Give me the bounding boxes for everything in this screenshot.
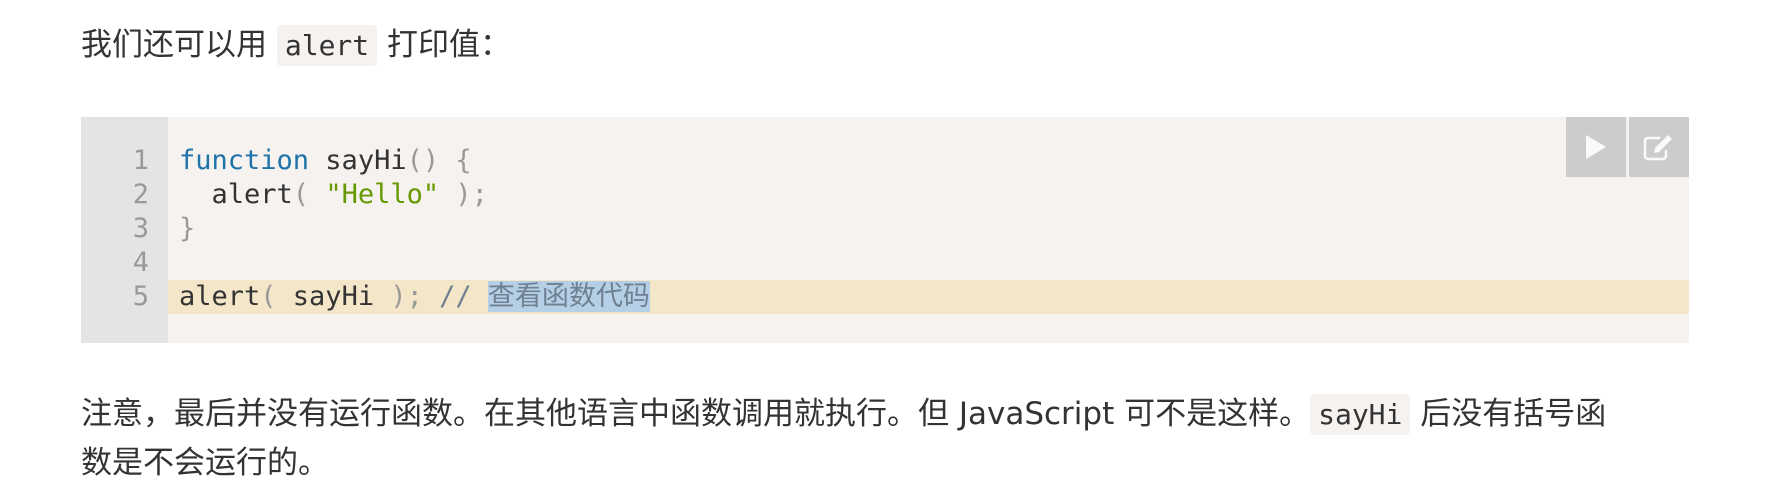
edit-button[interactable] (1629, 117, 1689, 177)
code-line: 3} (81, 212, 1689, 246)
identifier: alert (211, 179, 293, 210)
play-icon (1586, 135, 1606, 159)
identifier: sayHi (309, 145, 407, 176)
line-number: 2 (132, 179, 149, 210)
inline-code: alert (276, 25, 378, 66)
inline-code: sayHi (1310, 394, 1411, 435)
punctuation: } (179, 213, 196, 244)
comment: // (439, 281, 472, 312)
intro-text: 我们还可以用 (81, 27, 267, 63)
edit-icon (1643, 135, 1672, 161)
code-line: 1 function sayHi() { (81, 144, 1689, 178)
note-text: 注意，最后并没有运行函数。在其他语言中函数调用就执行。但 JavaScript … (81, 396, 1311, 432)
keyword: function (179, 145, 310, 176)
identifier: sayHi (292, 281, 375, 312)
punctuation: ( (292, 179, 326, 210)
line-number: 3 (132, 213, 149, 244)
line-number: 1 (132, 145, 149, 176)
line-number: 5 (132, 281, 149, 312)
highlighted-code-line: 5 alert( sayHi ); // 查看函数代码 (133, 280, 1689, 314)
identifier: alert (179, 281, 261, 312)
punctuation: ); (439, 179, 488, 210)
intro-paragraph: 我们还可以用 alert 打印值： (81, 21, 511, 70)
punctuation: ); (374, 281, 440, 312)
punctuation: ( (260, 281, 293, 312)
code-line: 2 alert( "Hello" ); (81, 178, 1689, 212)
string-literal: "Hello" (325, 179, 440, 210)
code-line: 4 (81, 246, 1689, 280)
note-paragraph-line2: 数是不会运行的。 (81, 445, 329, 481)
run-button[interactable] (1566, 117, 1626, 177)
selected-comment-text[interactable]: 查看函数代码 (487, 281, 650, 312)
punctuation: () { (406, 145, 472, 176)
note-text: 后没有括号函 (1420, 396, 1607, 432)
line-number: 4 (132, 247, 149, 278)
intro-text-end: 打印值： (387, 27, 512, 63)
note-paragraph: 注意，最后并没有运行函数。在其他语言中函数调用就执行。但 JavaScript … (81, 390, 1606, 439)
code-block: 1 function sayHi() { 2 alert( "Hello" ); … (81, 117, 1689, 343)
